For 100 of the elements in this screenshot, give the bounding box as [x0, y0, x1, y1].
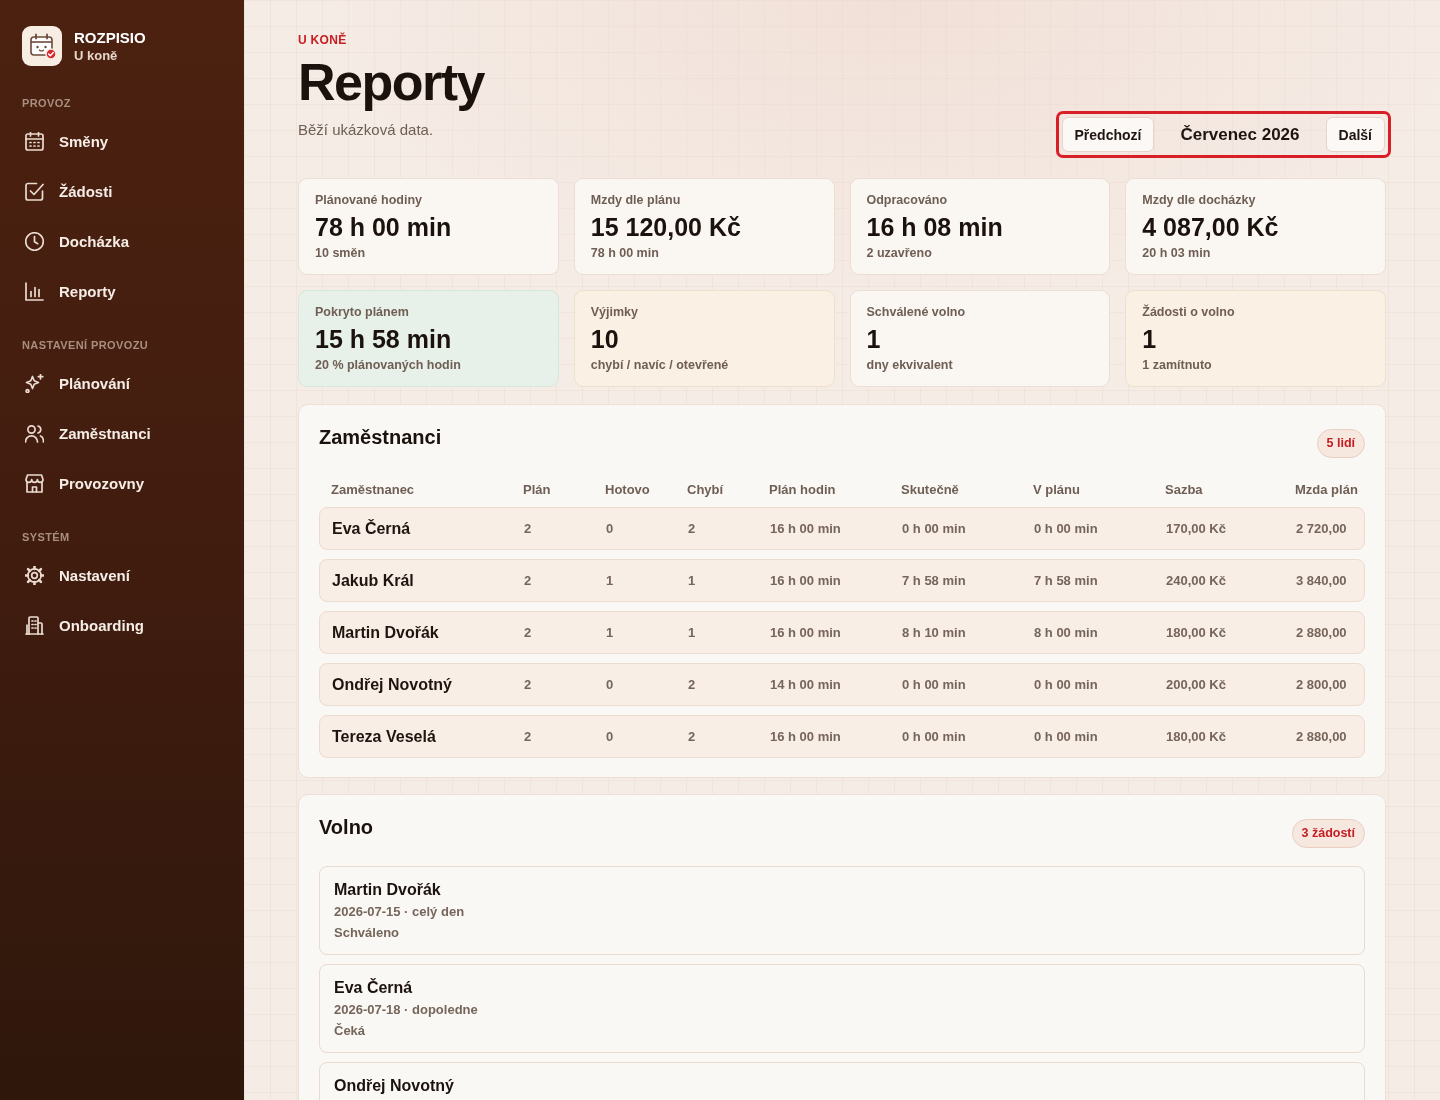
nav-section-label: PROVOZ: [22, 97, 71, 110]
stat-value: 10: [590, 324, 619, 354]
stat-label: Pokryto plánem: [315, 304, 409, 320]
nav-item[interactable]: Zaměstnanci: [22, 408, 222, 458]
employee-name: Ondřej Novotný: [332, 675, 452, 694]
users-icon: [25, 423, 44, 443]
table-cell: 16 h 00 min: [770, 625, 841, 640]
clock-icon: [25, 231, 44, 251]
column-header: Plán: [523, 482, 551, 498]
next-button[interactable]: Další: [1325, 117, 1385, 152]
stat-label: Mzdy dle docházky: [1142, 192, 1256, 208]
table-cell: 2: [524, 729, 532, 744]
stat-value: 16 h 08 min: [866, 212, 1003, 242]
table-cell: 0 h 00 min: [1034, 729, 1098, 744]
column-header: Sazba: [1165, 482, 1203, 498]
nav-item[interactable]: Nastavení: [22, 550, 222, 600]
page-title: Reporty: [298, 54, 484, 110]
employee-name: Jakub Král: [332, 571, 414, 590]
stat-note: 78 h 00 min: [590, 245, 659, 261]
table-cell: 16 h 00 min: [770, 729, 841, 744]
brand-subtitle: U koně: [74, 46, 118, 64]
nav-item[interactable]: Žádosti: [22, 166, 222, 216]
page-eyebrow: U KONĚ: [298, 32, 347, 48]
employee-name: Ondřej Novotný: [334, 1076, 454, 1096]
stat-label: Žádosti o volno: [1142, 304, 1235, 320]
table-cell: 2: [524, 573, 532, 588]
nav-item[interactable]: Docházka: [22, 216, 222, 266]
stat-label: Schválené volno: [866, 304, 966, 320]
table-cell: 2 800,00: [1296, 677, 1347, 692]
nav-section-label: SYSTÉM: [22, 531, 70, 544]
table-cell: 1: [688, 625, 696, 640]
table-cell: 2: [524, 521, 532, 536]
month-label: Červenec 2026: [1179, 124, 1301, 145]
stat-label: Plánované hodiny: [315, 192, 422, 208]
table-cell: 14 h 00 min: [770, 677, 841, 692]
table-cell: 2 880,00: [1296, 625, 1347, 640]
stat-value: 15 h 58 min: [315, 324, 452, 354]
employee-name: Martin Dvořák: [334, 880, 441, 900]
stat-value: 78 h 00 min: [315, 212, 452, 242]
column-header: Chybí: [687, 482, 724, 498]
stat-value: 1: [866, 324, 881, 354]
section-title: Volno: [319, 815, 374, 840]
table-cell: 3 840,00: [1296, 573, 1347, 588]
table-cell: 2: [688, 677, 696, 692]
leave-date: 2026-07-15 · celý den: [334, 903, 465, 920]
stat-value: 1: [1142, 324, 1157, 354]
sparkles-icon: [25, 373, 44, 393]
table-cell: 0 h 00 min: [902, 521, 966, 536]
stat-note: chybí / navíc / otevřené: [590, 357, 729, 373]
table-cell: 7 h 58 min: [902, 573, 966, 588]
stat-label: Mzdy dle plánu: [590, 192, 681, 208]
stat-note: 1 zamítnuto: [1142, 357, 1212, 373]
stat-label: Odpracováno: [866, 192, 948, 208]
table-cell: 7 h 58 min: [1034, 573, 1098, 588]
building-icon: [25, 615, 44, 635]
checkbox-icon: [25, 181, 44, 201]
table-cell: 8 h 10 min: [902, 625, 966, 640]
employee-name: Eva Černá: [334, 978, 413, 998]
table-cell: 0: [606, 521, 614, 536]
column-header: Mzda plán: [1295, 482, 1358, 498]
table-cell: 240,00 Kč: [1166, 573, 1226, 588]
stat-note: 20 h 03 min: [1142, 245, 1211, 261]
table-cell: 0 h 00 min: [1034, 677, 1098, 692]
table-cell: 180,00 Kč: [1166, 729, 1226, 744]
column-header: Hotovo: [605, 482, 650, 498]
stat-note: 10 směn: [315, 245, 366, 261]
table-cell: 0 h 00 min: [902, 677, 966, 692]
nav-item[interactable]: Provozovny: [22, 458, 222, 508]
previous-button[interactable]: Předchozí: [1061, 117, 1155, 152]
table-cell: 200,00 Kč: [1166, 677, 1226, 692]
table-cell: 0: [606, 729, 614, 744]
nav-item[interactable]: Směny: [22, 116, 222, 166]
table-cell: 170,00 Kč: [1166, 521, 1226, 536]
nav-item[interactable]: Reporty: [22, 266, 222, 316]
employee-name: Eva Černá: [332, 519, 411, 538]
table-cell: 2 880,00: [1296, 729, 1347, 744]
nav-item[interactable]: Plánování: [22, 358, 222, 408]
column-header: V plánu: [1033, 482, 1080, 498]
nav-section-label: NASTAVENÍ PROVOZU: [22, 339, 149, 352]
table-cell: 2: [524, 625, 532, 640]
stat-note: dny ekvivalent: [866, 357, 953, 373]
column-header: Skutečně: [901, 482, 959, 498]
store-icon: [25, 473, 44, 493]
stat-value: 15 120,00 Kč: [590, 212, 741, 242]
column-header: Zaměstnanec: [331, 482, 415, 498]
count-badge: 5 lidí: [1316, 429, 1365, 458]
table-cell: 180,00 Kč: [1166, 625, 1226, 640]
count-badge: 3 žádostí: [1291, 819, 1365, 848]
logo-icon: [22, 26, 62, 66]
table-cell: 2 720,00: [1296, 521, 1347, 536]
stat-note: 20 % plánovaných hodin: [315, 357, 461, 373]
section-title: Zaměstnanci: [319, 425, 442, 450]
employee-name: Martin Dvořák: [332, 623, 439, 642]
nav-item[interactable]: Onboarding: [22, 600, 222, 650]
column-header: Plán hodin: [769, 482, 836, 498]
table-cell: 0 h 00 min: [902, 729, 966, 744]
page-subtitle: Běží ukázková data.: [298, 120, 434, 140]
table-cell: 16 h 00 min: [770, 573, 841, 588]
table-cell: 1: [606, 625, 614, 640]
stat-value: 4 087,00 Kč: [1142, 212, 1279, 242]
